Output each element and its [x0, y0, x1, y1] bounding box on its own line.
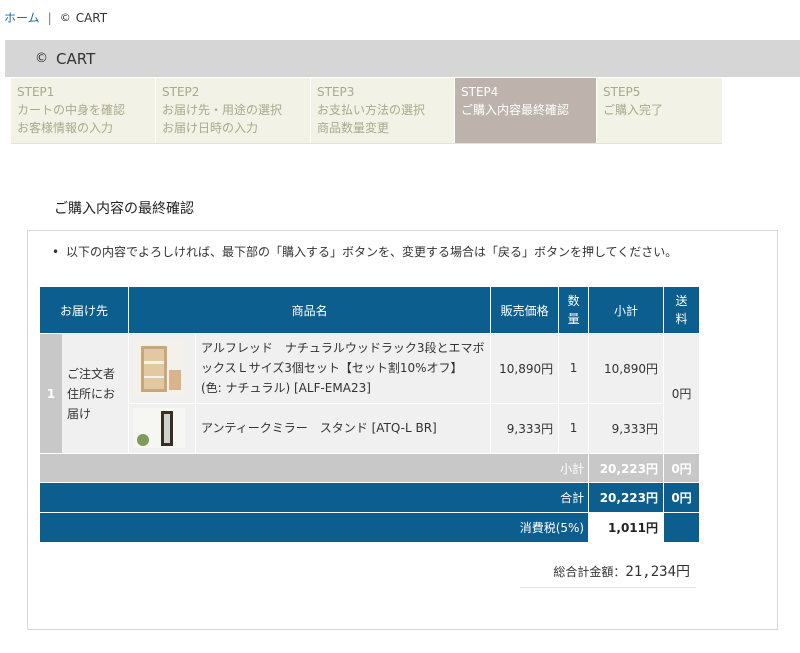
total-amount: 20,223円 — [588, 482, 665, 513]
product-qty: 1 — [558, 402, 590, 455]
shipping-cell: 0円 — [663, 333, 700, 454]
header-price: 販売価格 — [490, 286, 560, 334]
standing-mirror-image[interactable] — [132, 408, 185, 449]
grand-total: 総合計金額：21,234円 — [520, 561, 696, 588]
step-label: STEP2 — [162, 85, 200, 99]
breadcrumb-current: CART — [75, 10, 108, 25]
destination-cell: 1 ご注文者住所にお届け — [39, 333, 129, 454]
subtotal-amount: 20,223円 — [588, 453, 665, 483]
subtotal-shipping: 0円 — [663, 453, 700, 483]
grand-total-amount: 21,234円 — [625, 564, 690, 580]
step-text: カートの中身を確認 — [17, 103, 126, 117]
total-row: 合計 20,223円 0円 — [38, 482, 700, 513]
page-title: CART — [56, 49, 96, 68]
step-text: ご購入完了 — [603, 103, 664, 117]
product-price: 10,890円 — [490, 333, 560, 404]
product-name[interactable]: アルフレッド ナチュラルウッドラック3段とエマボックスＬサイズ3個セット【セット… — [194, 333, 492, 404]
step-text: 商品数量変更 — [317, 121, 390, 135]
step-2: STEP2 お届け先・用途の選択 お届け日時の入力 — [156, 78, 311, 143]
cart-header: © CART — [5, 40, 800, 77]
section-title: ご購入内容の最終確認 — [54, 201, 194, 217]
product-qty: 1 — [558, 333, 590, 404]
header-subtotal: 小計 — [588, 286, 665, 334]
tax-amount: 1,011円 — [588, 512, 665, 543]
rack-with-boxes-image[interactable] — [132, 340, 185, 397]
destination-text: ご注文者住所にお届け — [67, 366, 116, 421]
breadcrumb-separator: | — [47, 10, 52, 25]
step-label: STEP1 — [17, 85, 55, 99]
product-subtotal: 9,333円 — [588, 402, 665, 455]
header-shipping: 送料 — [663, 286, 700, 334]
total-label: 合計 — [38, 482, 590, 513]
tax-blank-cell — [663, 512, 700, 543]
product-thumb-cell — [127, 402, 196, 455]
table-row: アンティークミラー スタンド [ATQ-L BR] 9,333円 1 9,333… — [40, 402, 700, 455]
step-label: STEP5 — [603, 85, 641, 99]
step-text: ご購入内容最終確認 — [461, 103, 570, 117]
product-subtotal: 10,890円 — [588, 333, 665, 404]
group-index: 1 — [40, 334, 62, 453]
header-qty-text: 数量 — [567, 294, 580, 326]
header-qty: 数量 — [558, 286, 590, 334]
breadcrumb-home-link[interactable]: ホーム — [4, 9, 40, 26]
breadcrumb: ホーム | © CART — [4, 9, 107, 26]
step-5: STEP5 ご購入完了 — [597, 78, 722, 143]
tax-label: 消費税(5%) — [38, 512, 590, 543]
copyright-mark-icon: © — [35, 51, 48, 66]
step-text: お届け先・用途の選択 — [162, 103, 283, 117]
product-thumb-cell — [127, 333, 196, 404]
step-3: STEP3 お支払い方法の選択 商品数量変更 — [311, 78, 455, 143]
header-destination: お届け先 — [39, 286, 129, 334]
notice-text: 以下の内容でよろしければ、最下部の「購入する」ボタンを、変更する場合は「戻る」ボ… — [66, 245, 678, 259]
step-text: お支払い方法の選択 — [317, 103, 426, 117]
step-label: STEP3 — [317, 85, 355, 99]
product-name[interactable]: アンティークミラー スタンド [ATQ-L BR] — [194, 402, 492, 455]
cart-table: お届け先 商品名 販売価格 数量 小計 送料 1 ご注文者住所にお届け アルフレ… — [38, 286, 700, 543]
subtotal-row: 小計 20,223円 0円 — [38, 453, 700, 483]
step-1: STEP1 カートの中身を確認 お客様情報の入力 — [11, 78, 156, 143]
checkout-steps: STEP1 カートの中身を確認 お客様情報の入力 STEP2 お届け先・用途の選… — [11, 78, 722, 144]
total-shipping: 0円 — [663, 482, 700, 513]
step-text: お届け日時の入力 — [162, 121, 259, 135]
table-row: 1 ご注文者住所にお届け アルフレッド ナチュラルウッドラック3段とエマボックス… — [39, 333, 700, 454]
product-price: 9,333円 — [490, 402, 560, 455]
step-4-active: STEP4 ご購入内容最終確認 — [455, 78, 597, 143]
bullet-icon: • — [52, 245, 60, 259]
step-label: STEP4 — [461, 85, 499, 99]
subtotal-label: 小計 — [38, 453, 590, 483]
step-text: お客様情報の入力 — [17, 121, 114, 135]
notice: • 以下の内容でよろしければ、最下部の「購入する」ボタンを、変更する場合は「戻る… — [52, 244, 702, 261]
header-product: 商品名 — [127, 286, 492, 334]
header-shipping-text: 送料 — [675, 294, 688, 326]
grand-total-label: 総合計金額： — [553, 565, 626, 579]
copyright-mark-icon: © — [59, 11, 71, 24]
table-header-row: お届け先 商品名 販売価格 数量 小計 送料 — [39, 286, 700, 334]
tax-row: 消費税(5%) 1,011円 — [38, 512, 700, 543]
